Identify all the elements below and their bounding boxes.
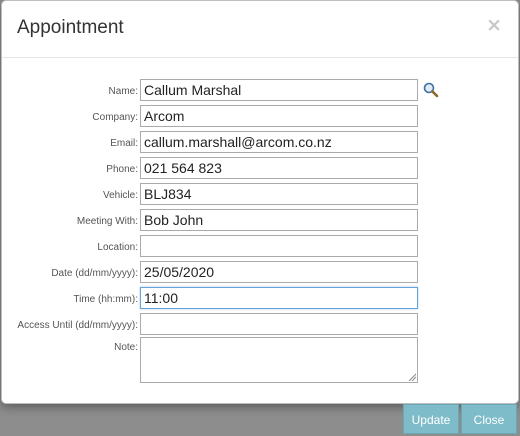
appointment-dialog: Appointment × Name: Company: Email: Phon… [1, 0, 519, 404]
date-label: Date (dd/mm/yyyy): [51, 268, 138, 279]
form-row-company: Company: [2, 105, 518, 131]
phone-label: Phone: [106, 164, 138, 175]
form-row-note: Note: [2, 337, 518, 385]
close-icon[interactable]: × [486, 14, 502, 36]
name-field[interactable] [140, 79, 418, 101]
form-row-time: Time (hh:mm): [2, 287, 518, 313]
location-field[interactable] [140, 235, 418, 257]
date-field[interactable] [140, 261, 418, 283]
close-button[interactable]: Close [461, 404, 517, 434]
time-label: Time (hh:mm): [73, 294, 138, 305]
form-row-name: Name: [2, 79, 518, 105]
email-label: Email: [110, 138, 138, 149]
form-row-phone: Phone: [2, 157, 518, 183]
meeting-with-label: Meeting With: [76, 216, 138, 227]
company-field[interactable] [140, 105, 418, 127]
access-until-field[interactable] [140, 313, 418, 335]
company-label: Company: [92, 112, 138, 123]
form-row-vehicle: Vehicle: [2, 183, 518, 209]
name-label: Name: [108, 86, 138, 97]
dialog-title: Appointment [17, 17, 124, 38]
vehicle-label: Vehicle: [102, 190, 138, 201]
access-until-label: Access Until (dd/mm/yyyy): [17, 320, 138, 331]
location-label: Location: [97, 242, 138, 253]
vehicle-field[interactable] [140, 183, 418, 205]
email-field[interactable] [140, 131, 418, 153]
phone-field[interactable] [140, 157, 418, 179]
form-row-access-until: Access Until (dd/mm/yyyy): [2, 313, 518, 339]
form-row-meeting-with: Meeting With: [2, 209, 518, 235]
resize-grip-icon[interactable] [408, 373, 416, 381]
note-label: Note: [114, 342, 138, 353]
dialog-header: Appointment × [2, 1, 518, 58]
search-icon[interactable] [422, 81, 440, 99]
time-field[interactable] [140, 287, 418, 309]
note-field[interactable] [140, 337, 418, 383]
update-button[interactable]: Update [403, 404, 459, 434]
form-row-date: Date (dd/mm/yyyy): [2, 261, 518, 287]
meeting-with-field[interactable] [140, 209, 418, 231]
form-row-email: Email: [2, 131, 518, 157]
form-row-location: Location: [2, 235, 518, 261]
